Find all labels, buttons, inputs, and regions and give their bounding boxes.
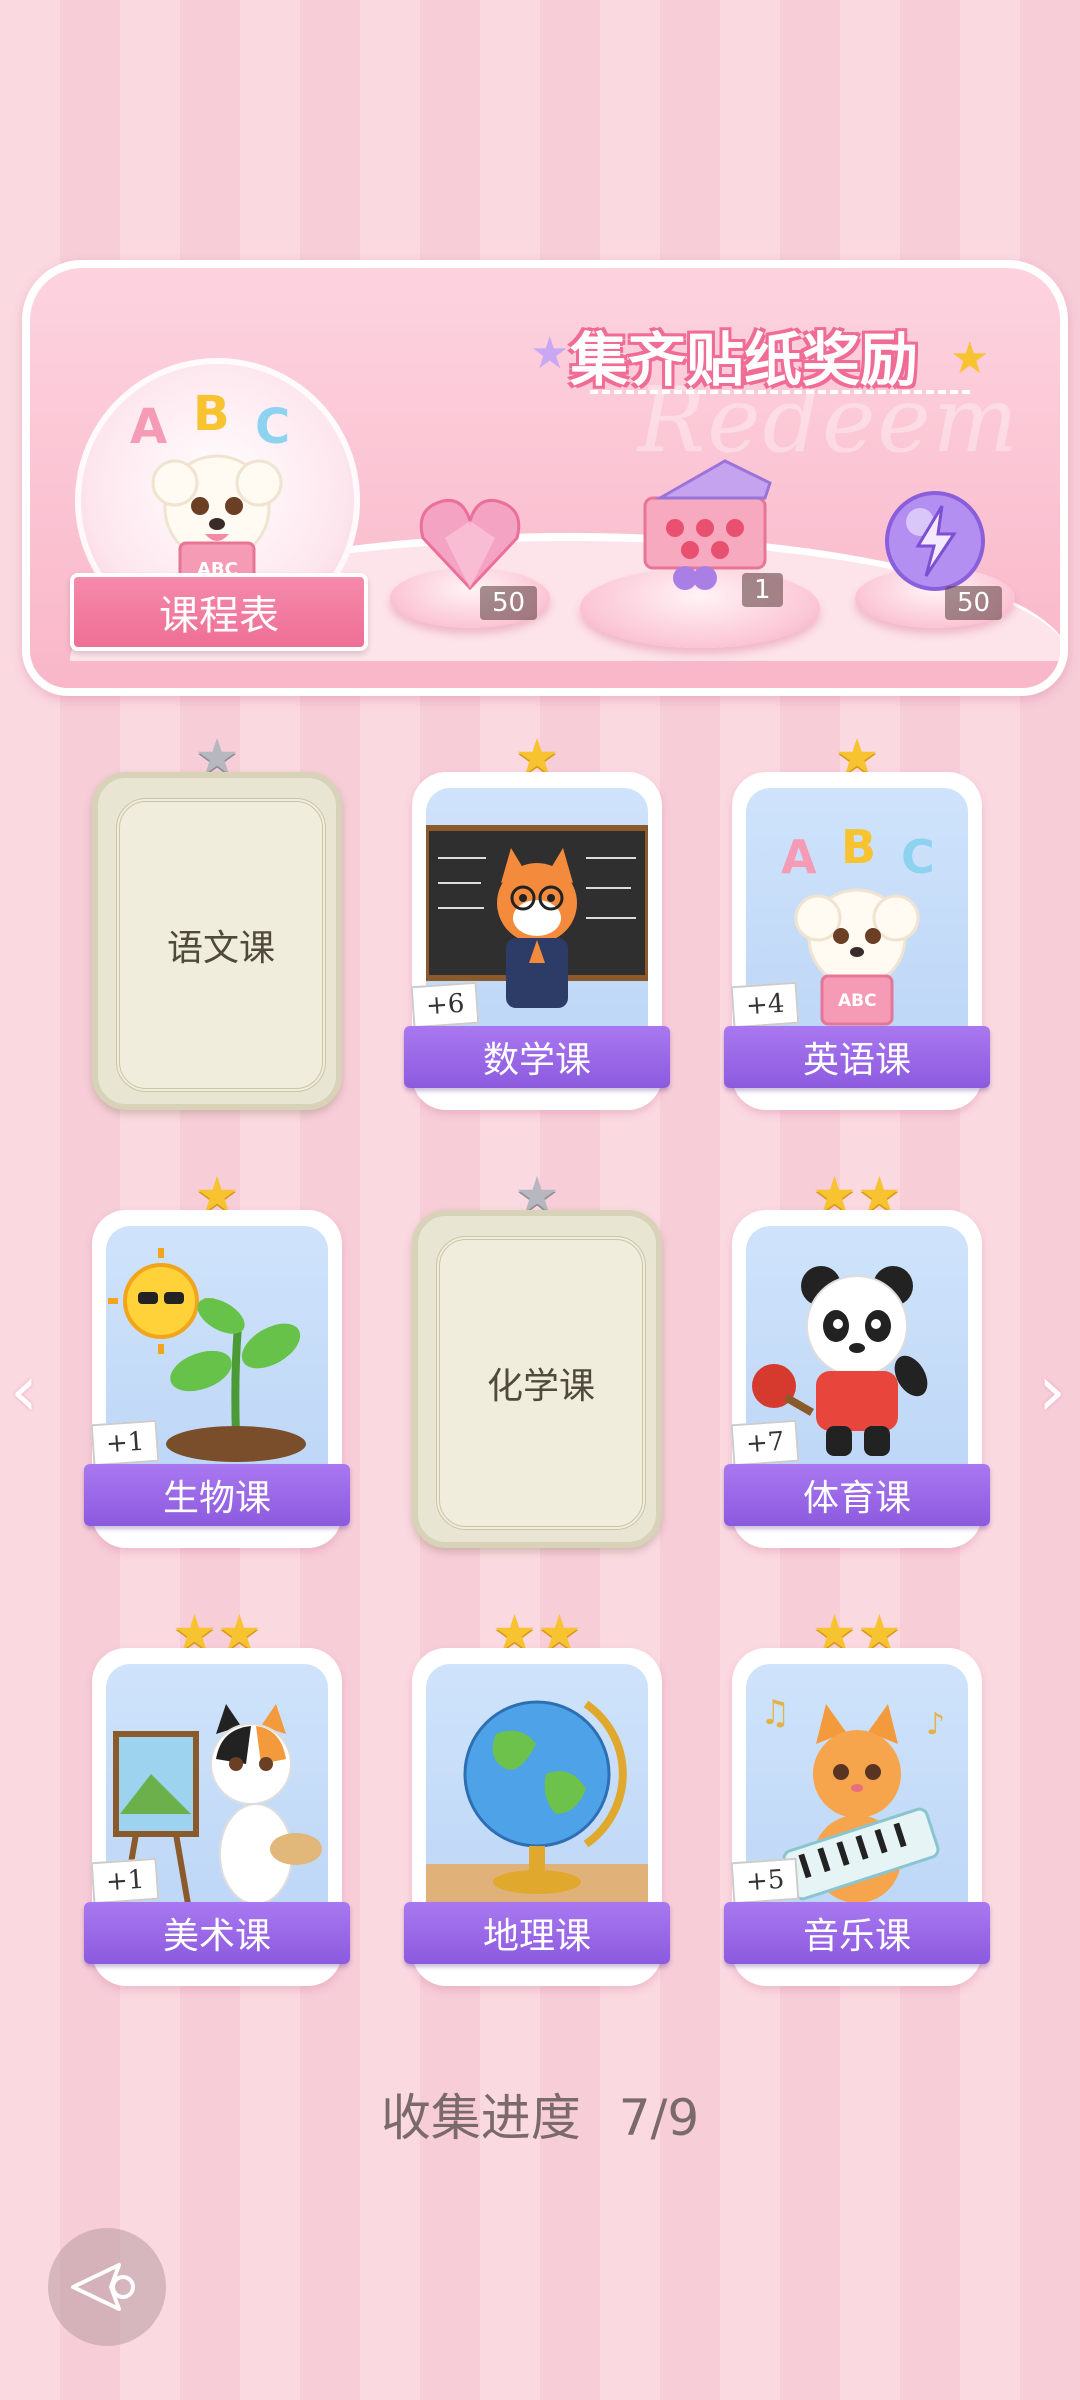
- collection-progress: 收集进度 7/9: [0, 2078, 1080, 2150]
- card-label: 美术课: [84, 1902, 350, 1964]
- svg-text:A: A: [130, 399, 167, 455]
- card-label: 英语课: [724, 1026, 990, 1088]
- svg-text:A: A: [781, 830, 817, 884]
- gift-box-icon[interactable]: [630, 453, 780, 593]
- progress-label: 收集进度: [380, 2089, 581, 2147]
- reward-banner: Redeem ★ ★ 集齐贴纸奖励 A B C ABC 课程表 50 1 50: [22, 260, 1068, 696]
- bonus-tag: +7: [730, 1419, 800, 1467]
- card-label: 数学课: [404, 1026, 670, 1088]
- course-card-pe[interactable]: ★★ +7 体育课: [724, 1170, 990, 1548]
- bonus-tag: +5: [730, 1857, 800, 1905]
- svg-text:B: B: [841, 820, 876, 874]
- bonus-tag: +1: [90, 1419, 160, 1467]
- energy-orb-icon[interactable]: [880, 486, 990, 596]
- card-label: 生物课: [84, 1464, 350, 1526]
- schedule-button[interactable]: 课程表: [70, 573, 368, 651]
- bonus-tag: +6: [410, 981, 480, 1029]
- course-card-biology[interactable]: ★ +1 生物课: [84, 1170, 350, 1548]
- previous-page-arrow-icon[interactable]: ‹: [10, 1350, 38, 1432]
- course-card-chemistry[interactable]: ★ 化学课: [412, 1170, 662, 1548]
- star-decoration-icon: ★: [950, 333, 990, 384]
- heart-gem-icon[interactable]: [415, 493, 525, 593]
- course-card-english[interactable]: ★ A B C ABC +4 英语课: [724, 732, 990, 1110]
- svg-text:♪: ♪: [926, 1707, 945, 1742]
- card-label: 体育课: [724, 1464, 990, 1526]
- next-page-arrow-icon[interactable]: ›: [1038, 1350, 1066, 1432]
- svg-text:C: C: [901, 830, 935, 884]
- course-card-music[interactable]: ★★ ♫ ♪ +5 音乐课: [724, 1608, 990, 1986]
- course-card-chinese[interactable]: ★ 语文课: [92, 732, 342, 1110]
- svg-text:C: C: [255, 399, 290, 455]
- globe-icon: [426, 1664, 648, 1934]
- card-label: 语文课: [116, 798, 326, 1092]
- reward-count: 50: [945, 586, 1003, 620]
- svg-text:B: B: [193, 386, 230, 442]
- bonus-tag: +1: [90, 1857, 160, 1905]
- course-card-math[interactable]: ★ +6 数学课: [404, 732, 670, 1110]
- back-button[interactable]: [48, 2228, 166, 2346]
- back-arrow-icon: [71, 2263, 135, 2311]
- reward-count: 50: [480, 586, 538, 620]
- star-decoration-icon: ★: [530, 328, 570, 379]
- banner-title: 集齐贴纸奖励: [570, 326, 919, 394]
- card-label: 化学课: [436, 1236, 646, 1530]
- svg-text:♫: ♫: [760, 1693, 790, 1733]
- progress-value: 7/9: [618, 2089, 700, 2147]
- course-card-geography[interactable]: ★★ 地理课: [404, 1608, 670, 1986]
- course-card-art[interactable]: ★★ +1 美术课: [84, 1608, 350, 1986]
- bonus-tag: +4: [730, 981, 800, 1029]
- card-label: 地理课: [404, 1902, 670, 1964]
- svg-text:ABC: ABC: [838, 991, 877, 1011]
- card-label: 音乐课: [724, 1902, 990, 1964]
- reward-count: 1: [742, 573, 783, 607]
- title-underline: [590, 390, 970, 398]
